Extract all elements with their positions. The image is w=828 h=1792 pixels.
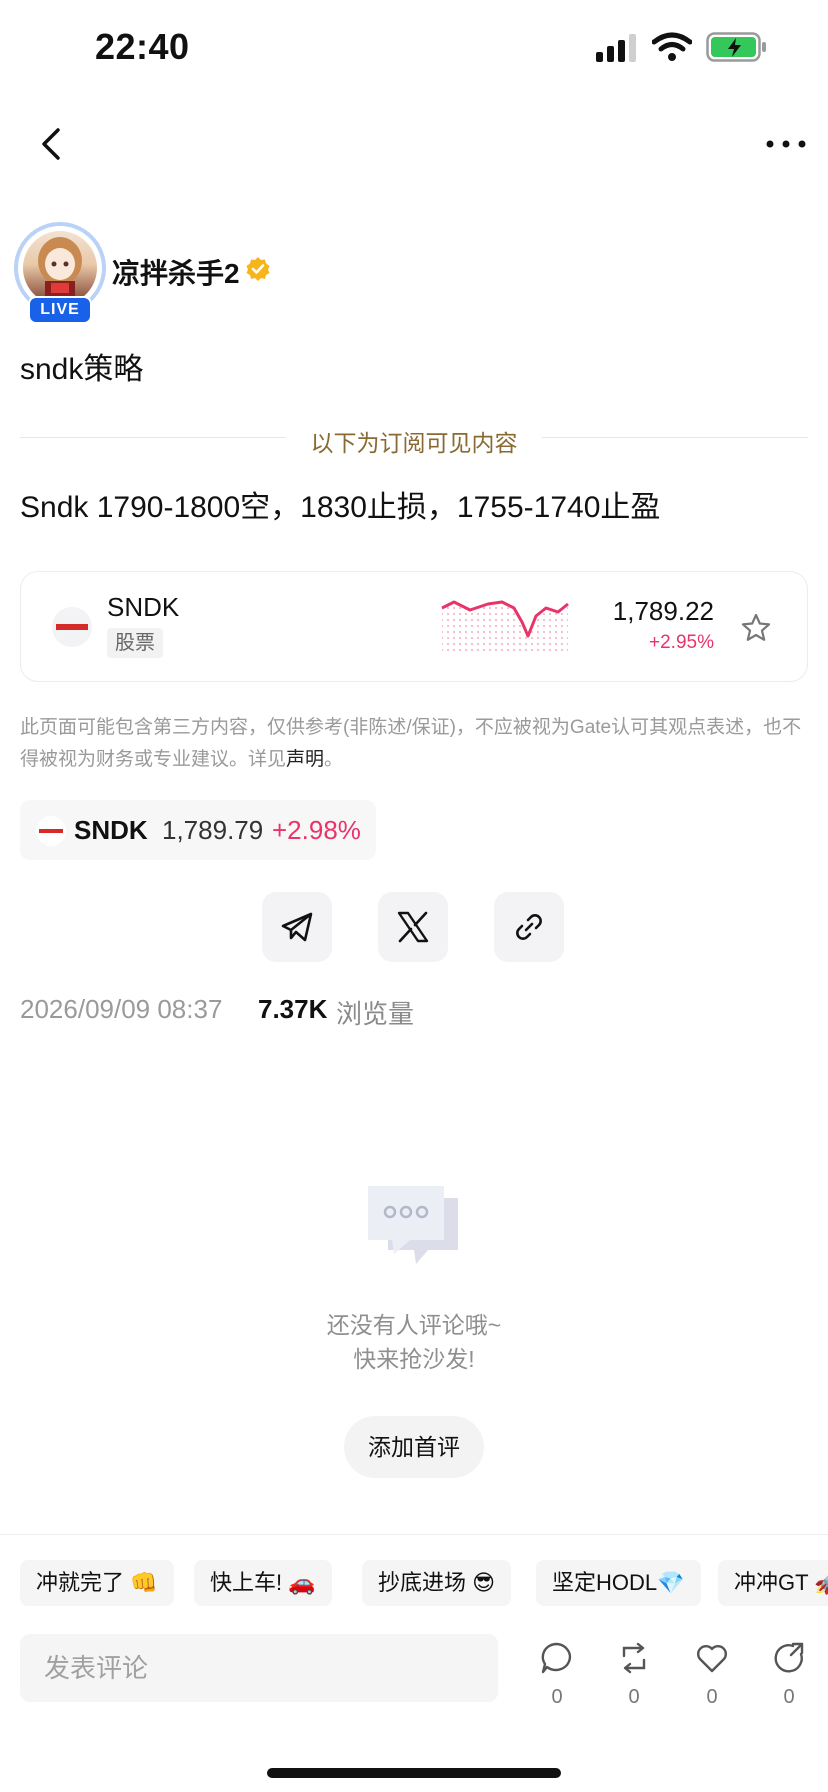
telegram-icon xyxy=(281,912,313,942)
stock-symbol: SNDK xyxy=(107,592,180,622)
empty-comments-icon xyxy=(368,1186,458,1264)
cellular-signal-icon xyxy=(596,34,636,62)
share-arrow-icon xyxy=(774,1642,804,1673)
subscription-divider-label: 以下为订阅可见内容 xyxy=(310,430,518,456)
more-icon[interactable] xyxy=(764,134,808,154)
post-title: sndk策略 xyxy=(20,353,144,386)
comment-count: 0 xyxy=(551,1686,563,1708)
comment-action[interactable]: 0 xyxy=(535,1640,579,1709)
ticker-logo xyxy=(36,816,66,846)
repost-count: 0 xyxy=(628,1686,640,1708)
like-count: 0 xyxy=(706,1686,718,1708)
avatar-image xyxy=(23,231,97,305)
divider-line xyxy=(0,1534,828,1535)
quick-reply-chip[interactable]: 冲冲GT 🚀 xyxy=(718,1560,828,1606)
wifi-icon xyxy=(652,32,692,61)
empty-state-text: 还没有人评论哦~ xyxy=(326,1312,502,1338)
home-indicator xyxy=(267,1768,561,1778)
x-icon xyxy=(397,911,429,943)
stock-logo xyxy=(52,607,92,647)
views-label: 浏览量 xyxy=(336,999,415,1029)
comment-input[interactable] xyxy=(20,1634,498,1702)
stock-change: +2.95% xyxy=(649,632,714,653)
post-date: 2026/09/09 08:37 xyxy=(20,994,223,1024)
disclaimer-link[interactable]: 声明 xyxy=(286,749,324,770)
back-icon[interactable] xyxy=(34,124,70,164)
ticker-price: 1,789.79 xyxy=(162,815,264,845)
stock-sparkline xyxy=(441,600,569,654)
like-action[interactable]: 0 xyxy=(690,1640,734,1709)
copy-link-button[interactable] xyxy=(494,892,564,962)
live-badge: LIVE xyxy=(28,296,92,324)
share-action[interactable]: 0 xyxy=(767,1640,811,1709)
share-x-button[interactable] xyxy=(378,892,448,962)
disclaimer-suffix: 。 xyxy=(324,749,344,770)
ticker-symbol: SNDK xyxy=(74,815,148,845)
heart-icon xyxy=(697,1645,727,1673)
quick-reply-chip[interactable]: 冲就完了 👊 xyxy=(20,1560,174,1606)
disclaimer: 此页面可能包含第三方内容，仅供参考(非陈述/保证)，不应被视为Gate认可其观点… xyxy=(20,712,810,776)
comment-bubble-icon xyxy=(541,1642,572,1674)
views-count: 7.37K xyxy=(258,994,328,1024)
stock-price: 1,789.22 xyxy=(612,596,714,626)
divider-line xyxy=(542,437,808,438)
ticker-change: +2.98% xyxy=(272,815,361,845)
empty-state-subtext: 快来抢沙发! xyxy=(353,1346,475,1372)
post-body: Sndk 1790-1800空，1830止损，1755-1740止盈 xyxy=(20,491,661,524)
author-name[interactable]: 凉拌杀手2 xyxy=(112,252,240,292)
battery-charging-icon xyxy=(706,32,766,62)
star-icon[interactable] xyxy=(740,612,772,644)
verified-icon xyxy=(246,257,270,281)
status-time: 22:40 xyxy=(95,26,190,67)
quick-reply-chip[interactable]: 抄底进场 😎 xyxy=(362,1560,512,1606)
share-telegram-button[interactable] xyxy=(262,892,332,962)
quick-reply-chip[interactable]: 快上车! 🚗 xyxy=(194,1560,332,1606)
disclaimer-text: 此页面可能包含第三方内容，仅供参考(非陈述/保证)，不应被视为Gate认可其观点… xyxy=(20,717,802,770)
repost-action[interactable]: 0 xyxy=(612,1640,656,1709)
quick-reply-chip[interactable]: 坚定HODL💎 xyxy=(536,1560,701,1606)
add-first-comment-button[interactable]: 添加首评 xyxy=(344,1416,484,1478)
stock-type-badge: 股票 xyxy=(107,628,163,658)
share-count: 0 xyxy=(783,1686,795,1708)
divider-line xyxy=(20,437,286,438)
link-icon xyxy=(516,914,542,940)
repost-icon xyxy=(622,1642,646,1674)
